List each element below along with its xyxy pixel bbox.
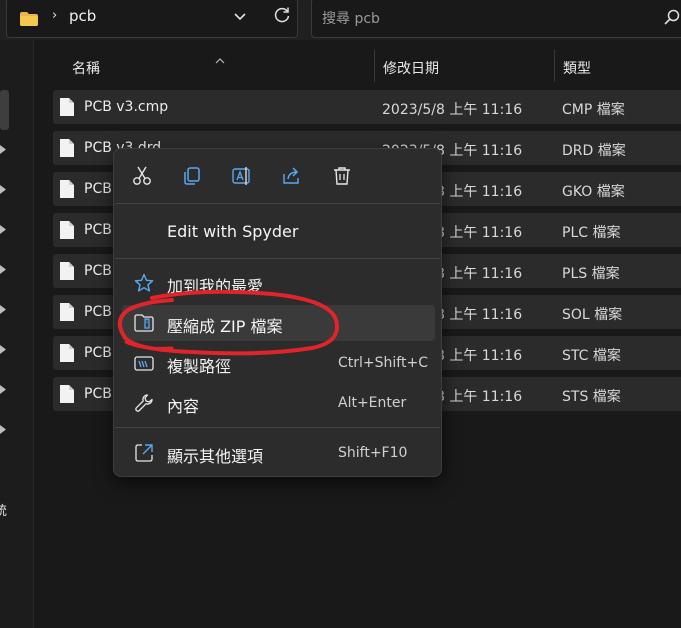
nav-expand-icon[interactable] bbox=[0, 305, 7, 314]
file-name: PCB bbox=[84, 386, 112, 402]
menu-item-label: Edit with Spyder bbox=[167, 222, 299, 241]
column-header-type[interactable]: 類型 bbox=[563, 58, 591, 78]
delete-icon[interactable] bbox=[331, 165, 353, 187]
menu-item-label: 複製路徑 bbox=[167, 357, 232, 376]
search-placeholder: 搜尋 pcb bbox=[322, 11, 380, 27]
file-icon bbox=[60, 139, 74, 157]
menu-item-shortcut: Ctrl+Shift+C bbox=[338, 355, 428, 371]
cut-icon[interactable] bbox=[131, 165, 153, 187]
refresh-icon[interactable] bbox=[272, 5, 292, 25]
search-icon[interactable] bbox=[664, 9, 680, 25]
breadcrumb-chevron-icon[interactable]: › bbox=[52, 8, 57, 23]
share-icon[interactable] bbox=[281, 165, 303, 187]
file-icon bbox=[60, 303, 74, 321]
file-icon bbox=[60, 221, 74, 239]
menu-item-edit-with-spyder[interactable]: Edit with Spyder bbox=[122, 214, 435, 250]
search-input[interactable]: 搜尋 pcb bbox=[311, 0, 681, 38]
column-divider[interactable] bbox=[554, 50, 555, 82]
address-bar[interactable]: › pcb bbox=[6, 0, 298, 38]
menu-separator bbox=[115, 203, 440, 204]
file-icon bbox=[60, 344, 74, 362]
column-header-modified[interactable]: 修改日期 bbox=[383, 58, 439, 78]
sort-ascending-icon bbox=[215, 49, 225, 64]
file-type: DRD 檔案 bbox=[562, 143, 626, 159]
menu-item-label: 加到我的最愛 bbox=[167, 277, 264, 296]
chevron-down-icon[interactable] bbox=[233, 8, 247, 22]
file-row[interactable]: PCB v3.cmp 2023/5/8 上午 11:16 CMP 檔案 bbox=[53, 90, 681, 124]
nav-expand-icon[interactable] bbox=[0, 345, 7, 354]
nav-expand-icon[interactable] bbox=[0, 145, 7, 154]
menu-item-shortcut: Shift+F10 bbox=[338, 445, 408, 461]
file-type: PLC 檔案 bbox=[562, 225, 621, 241]
file-name: PCB v3.cmp bbox=[84, 99, 169, 115]
nav-expand-icon[interactable] bbox=[0, 385, 7, 394]
file-date: 2023/5/8 上午 11:16 bbox=[382, 102, 523, 118]
nav-expand-icon[interactable] bbox=[0, 265, 7, 274]
file-type: GKO 檔案 bbox=[562, 184, 625, 200]
file-name: PCB bbox=[84, 222, 112, 238]
nav-expand-icon[interactable] bbox=[0, 425, 7, 434]
file-icon bbox=[60, 180, 74, 198]
top-bar: › pcb 搜尋 pcb bbox=[0, 0, 681, 40]
menu-item-label: 顯示其他選項 bbox=[167, 447, 264, 466]
file-type: STS 檔案 bbox=[562, 389, 621, 405]
file-type: CMP 檔案 bbox=[562, 102, 625, 118]
menu-separator bbox=[115, 258, 440, 259]
menu-item-label: 壓縮成 ZIP 檔案 bbox=[167, 317, 283, 336]
file-type: STC 檔案 bbox=[562, 348, 621, 364]
file-icon bbox=[60, 385, 74, 403]
navigation-pane: 統 bbox=[0, 40, 34, 628]
rename-icon[interactable] bbox=[231, 165, 253, 187]
folder-icon bbox=[20, 11, 38, 26]
menu-item-properties[interactable]: 內容 Alt+Enter bbox=[122, 385, 435, 421]
menu-item-copy-path[interactable]: 複製路徑 Ctrl+Shift+C bbox=[122, 345, 435, 381]
file-type: PLS 檔案 bbox=[562, 266, 620, 282]
menu-separator bbox=[115, 427, 440, 428]
column-divider[interactable] bbox=[374, 50, 375, 82]
file-icon bbox=[60, 262, 74, 280]
nav-scrollbar[interactable] bbox=[0, 90, 9, 130]
open-external-icon bbox=[134, 443, 154, 463]
nav-expand-icon[interactable] bbox=[0, 225, 7, 234]
context-menu: Edit with Spyder 加到我的最愛 壓縮成 ZIP 檔案 複製路徑 … bbox=[113, 148, 442, 477]
wrench-icon bbox=[134, 393, 154, 413]
menu-item-label: 內容 bbox=[167, 397, 200, 416]
menu-item-compress-zip[interactable]: 壓縮成 ZIP 檔案 bbox=[122, 305, 435, 341]
zip-folder-icon bbox=[134, 313, 154, 333]
column-header-name[interactable]: 名稱 bbox=[72, 58, 100, 78]
file-icon bbox=[60, 98, 74, 116]
copy-path-icon bbox=[134, 353, 154, 373]
file-name: PCB bbox=[84, 304, 112, 320]
menu-item-shortcut: Alt+Enter bbox=[338, 395, 407, 411]
file-name: PCB bbox=[84, 181, 112, 197]
nav-item-label[interactable]: 統 bbox=[0, 500, 7, 519]
menu-item-add-to-favorites[interactable]: 加到我的最愛 bbox=[122, 265, 435, 301]
menu-item-show-more-options[interactable]: 顯示其他選項 Shift+F10 bbox=[122, 435, 435, 471]
file-name: PCB bbox=[84, 345, 112, 361]
breadcrumb-current[interactable]: pcb bbox=[69, 7, 96, 25]
file-type: SOL 檔案 bbox=[562, 307, 623, 323]
file-name: PCB bbox=[84, 263, 112, 279]
copy-icon[interactable] bbox=[181, 165, 203, 187]
star-icon bbox=[134, 273, 154, 293]
nav-expand-icon[interactable] bbox=[0, 185, 7, 194]
